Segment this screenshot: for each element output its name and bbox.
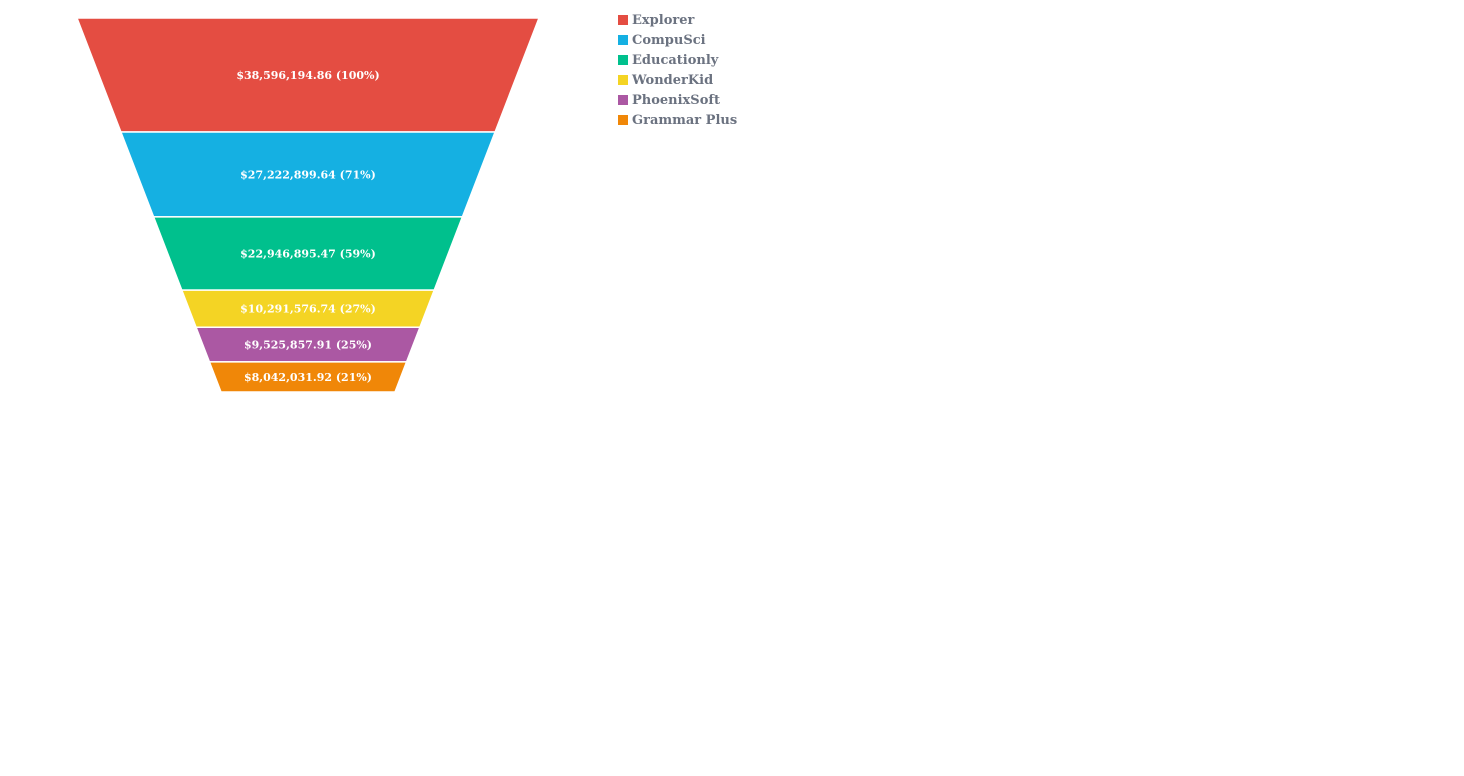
funnel-chart: $38,596,194.86 (100%) $27,222,899.64 (71%… <box>75 17 541 393</box>
funnel-label-grammar-plus: $8,042,031.92 (21%) <box>244 371 372 384</box>
legend-item-explorer[interactable]: Explorer <box>618 10 737 30</box>
legend-swatch-phoenixsoft <box>618 95 628 105</box>
legend-label-phoenixsoft: PhoenixSoft <box>632 92 720 108</box>
funnel-label-compusci: $27,222,899.64 (71%) <box>240 168 376 181</box>
funnel-label-phoenixsoft: $9,525,857.91 (25%) <box>244 339 372 352</box>
legend-swatch-grammar-plus <box>618 115 628 125</box>
legend-item-grammar-plus[interactable]: Grammar Plus <box>618 110 737 130</box>
chart-legend: Explorer CompuSci Educationly WonderKid … <box>618 10 737 130</box>
legend-item-phoenixsoft[interactable]: PhoenixSoft <box>618 90 737 110</box>
legend-item-wonderkid[interactable]: WonderKid <box>618 70 737 90</box>
legend-swatch-compusci <box>618 35 628 45</box>
legend-label-compusci: CompuSci <box>632 32 706 48</box>
legend-swatch-explorer <box>618 15 628 25</box>
legend-item-educationly[interactable]: Educationly <box>618 50 737 70</box>
funnel-label-explorer: $38,596,194.86 (100%) <box>236 69 379 82</box>
funnel-label-educationly: $22,946,895.47 (59%) <box>240 247 376 260</box>
legend-label-grammar-plus: Grammar Plus <box>632 112 738 128</box>
legend-item-compusci[interactable]: CompuSci <box>618 30 737 50</box>
legend-label-explorer: Explorer <box>632 12 695 28</box>
legend-label-educationly: Educationly <box>632 52 719 68</box>
legend-label-wonderkid: WonderKid <box>632 72 714 88</box>
legend-swatch-wonderkid <box>618 75 628 85</box>
legend-swatch-educationly <box>618 55 628 65</box>
funnel-label-wonderkid: $10,291,576.74 (27%) <box>240 303 376 316</box>
